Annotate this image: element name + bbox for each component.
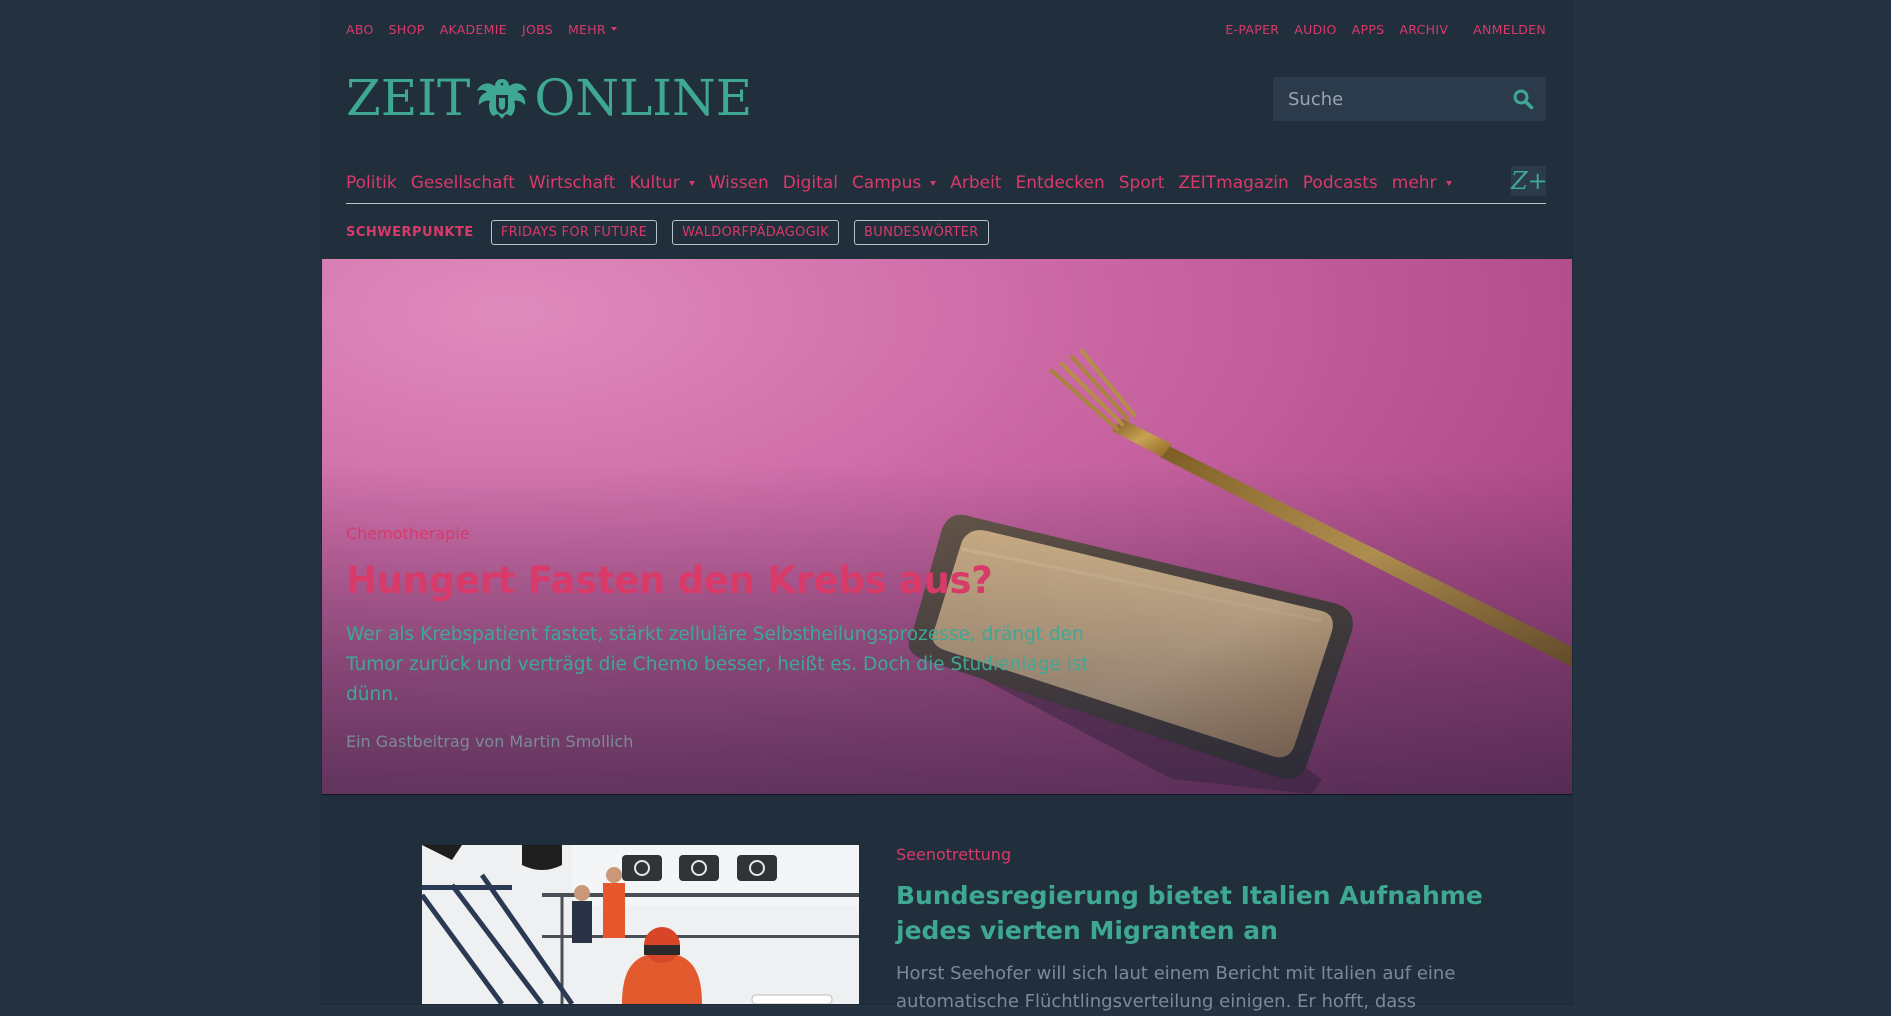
topic-pill-bundeswoerter[interactable]: BUNDESWÖRTER [854,219,989,245]
eagle-logo-icon [473,75,532,121]
rescue-boat-image [422,845,859,1004]
nav-item-wissen[interactable]: Wissen [709,173,769,193]
page-container: ABO SHOP AKADEMIE JOBS MEHR E-PAPER AUDI… [322,0,1572,1012]
search-icon[interactable] [1512,88,1534,110]
nav-item-arbeit[interactable]: Arbeit [950,173,1001,193]
util-link-epaper[interactable]: E-PAPER [1225,22,1279,37]
logo-text-online: ONLINE [534,69,753,127]
nav-item-politik[interactable]: Politik [346,173,397,193]
chevron-down-icon [930,180,937,186]
zplus-button[interactable]: Z+ [1511,166,1548,196]
util-link-mehr-label: MEHR [567,21,606,37]
chevron-down-icon [1445,180,1452,186]
article-image[interactable] [422,845,859,1004]
nav-item-campus[interactable]: Campus [851,173,937,193]
nav-item-kultur-label: Kultur [629,173,680,193]
nav-item-kultur[interactable]: Kultur [629,173,695,193]
logo-text-zeit: ZEIT [346,69,471,127]
article-teaser: Seenotrettung Bundesregierung bietet Ita… [896,845,1486,1016]
divider [322,794,1572,795]
topic-pill-waldorfpaedagogik[interactable]: WALDORFPÄDAGOGIK [672,219,840,245]
hero-article[interactable]: Chemotherapie Hungert Fasten den Krebs a… [322,259,1572,794]
util-link-mehr[interactable]: MEHR [568,22,617,37]
utility-nav-right: E-PAPER AUDIO APPS ARCHIV ANMELDEN [1210,22,1546,37]
util-link-apps[interactable]: APPS [1352,22,1385,37]
nav-item-sport[interactable]: Sport [1119,173,1165,193]
nav-item-campus-label: Campus [851,173,922,193]
nav-item-mehr-label: mehr [1391,173,1437,193]
hero-title[interactable]: Hungert Fasten den Krebs aus? [346,559,1106,603]
util-link-akademie[interactable]: AKADEMIE [440,22,507,37]
site-logo[interactable]: ZEIT ONLINE [346,73,752,123]
utility-nav-left: ABO SHOP AKADEMIE JOBS MEHR [346,22,632,37]
util-link-shop[interactable]: SHOP [389,22,425,37]
hero-text: Chemotherapie Hungert Fasten den Krebs a… [346,524,1106,751]
chevron-down-icon [610,27,617,31]
nav-item-mehr[interactable]: mehr [1392,173,1452,193]
nav-item-digital[interactable]: Digital [783,173,838,193]
article-title[interactable]: Bundesregierung bietet Italien Aufnahme … [896,878,1486,948]
nav-item-zeitmagazin[interactable]: ZEITmagazin [1178,173,1288,193]
util-link-archiv[interactable]: ARCHIV [1399,22,1448,37]
hero-teaser: Wer als Krebspatient fastet, stärkt zell… [346,624,1089,705]
nav-item-entdecken[interactable]: Entdecken [1015,173,1104,193]
utility-bar: ABO SHOP AKADEMIE JOBS MEHR E-PAPER AUDI… [346,0,1546,58]
search-box [1273,77,1546,121]
login-link[interactable]: ANMELDEN [1473,22,1546,37]
search-input[interactable] [1286,87,1505,111]
chevron-down-icon [688,180,695,186]
hero-byline: Ein Gastbeitrag von Martin Smollich [346,732,634,751]
article-kicker: Seenotrettung [896,845,1012,864]
topics-label: SCHWERPUNKTE [346,224,474,240]
util-link-audio[interactable]: AUDIO [1294,22,1336,37]
util-link-jobs[interactable]: JOBS [522,22,553,37]
util-link-abo[interactable]: ABO [346,22,374,37]
nav-item-gesellschaft[interactable]: Gesellschaft [411,173,515,193]
hero-kicker: Chemotherapie [346,524,470,543]
nav-item-podcasts[interactable]: Podcasts [1303,173,1378,193]
topics-bar: SCHWERPUNKTE FRIDAYS FOR FUTURE WALDORFP… [346,218,1004,246]
nav-item-wirtschaft[interactable]: Wirtschaft [529,173,616,193]
article-summary: Horst Seehofer will sich laut einem Beri… [896,963,1456,1012]
topic-pill-fridays-for-future[interactable]: FRIDAYS FOR FUTURE [490,219,658,245]
main-navigation: Politik Gesellschaft Wirtschaft Kultur W… [346,163,1548,204]
